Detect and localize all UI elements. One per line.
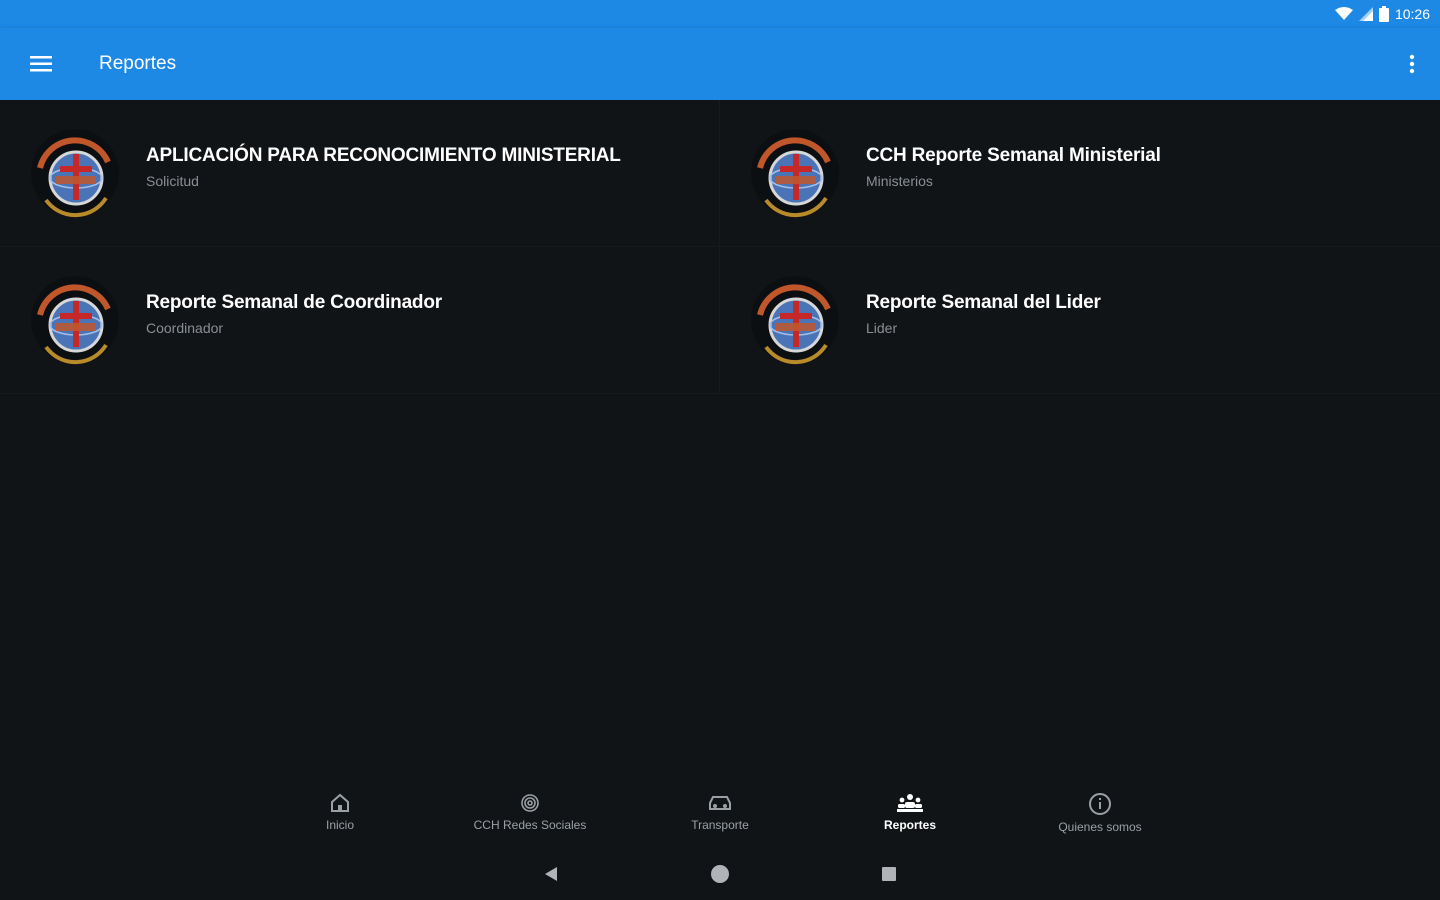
nav-label: Transporte [691,818,749,832]
info-icon [1089,793,1111,815]
back-icon[interactable] [543,865,559,883]
card-subtitle: Coordinador [146,320,224,336]
card-subtitle: Lider [866,320,898,336]
card-subtitle: Solicitud [146,173,199,189]
signal-icon [1358,7,1373,21]
page-title: Reportes [99,53,177,74]
nav-item-inicio[interactable]: Inicio [245,780,435,848]
wifi-icon [1334,7,1353,20]
menu-icon [30,56,52,72]
nav-item-transporte[interactable]: Transporte [625,780,815,848]
report-card[interactable]: APLICACIÓN PARA RECONOCIMIENTO MINISTERI… [0,100,720,247]
nav-label: Quienes somos [1058,820,1142,834]
home-circle-icon[interactable] [709,863,731,885]
report-card[interactable]: Reporte Semanal de Coordinador Coordinad… [0,247,720,394]
nav-label: CCH Redes Sociales [473,818,587,832]
bottom-navigation: Inicio CCH Redes Sociales Transporte Rep… [0,780,1440,848]
battery-icon [1378,6,1389,22]
card-title: Reporte Semanal del Lider [866,292,1101,313]
system-navigation [0,848,1440,900]
nav-item-redes-sociales[interactable]: CCH Redes Sociales [435,780,625,848]
card-title: Reporte Semanal de Coordinador [146,292,442,313]
church-logo-icon [31,129,119,218]
church-logo-icon [31,276,119,365]
nav-item-reportes[interactable]: Reportes [815,780,1005,848]
recents-icon[interactable] [881,866,897,882]
status-bar: 10:26 [0,0,1440,28]
card-subtitle: Ministerios [866,173,933,189]
card-title: APLICACIÓN PARA RECONOCIMIENTO MINISTERI… [146,145,621,166]
card-title: CCH Reporte Semanal Ministerial [866,145,1161,166]
nav-label: Inicio [325,818,354,832]
app-bar: Reportes [0,28,1440,100]
fingerprint-icon [521,794,539,812]
status-time: 10:26 [1394,6,1430,22]
report-grid: APLICACIÓN PARA RECONOCIMIENTO MINISTERI… [0,100,1440,394]
nav-label: Reportes [883,818,936,832]
overflow-menu-button[interactable] [1384,28,1440,100]
report-card[interactable]: Reporte Semanal del Lider Lider [720,247,1440,394]
nav-item-quienes-somos[interactable]: Quienes somos [1005,780,1195,848]
car-icon [709,796,731,810]
report-card[interactable]: CCH Reporte Semanal Ministerial Minister… [720,100,1440,247]
menu-button[interactable] [0,28,82,100]
groups-icon [897,794,923,812]
home-icon [331,793,349,812]
church-logo-icon [751,276,839,365]
more-vert-icon [1409,54,1415,74]
church-logo-icon [751,129,839,218]
